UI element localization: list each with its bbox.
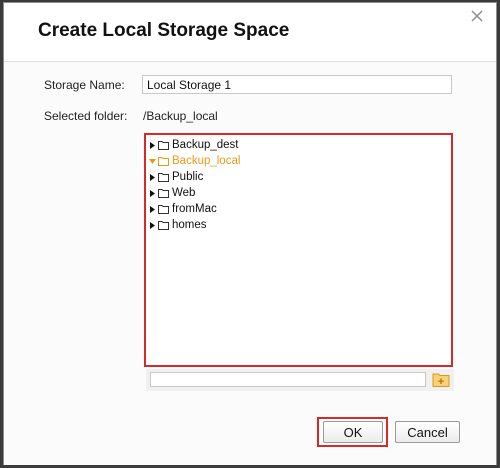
folder-icon: [158, 188, 169, 198]
ok-button[interactable]: OK: [323, 421, 383, 443]
tree-item-label: Backup_dest: [172, 139, 239, 151]
tree-item-frommac[interactable]: fromMac: [149, 202, 217, 216]
expand-arrow-icon[interactable]: [149, 138, 156, 152]
cancel-button[interactable]: Cancel: [395, 421, 460, 443]
tree-item-label: Web: [172, 187, 196, 199]
dialog-body: Storage Name: Selected folder: /Backup_l…: [4, 61, 496, 465]
folder-open-icon: [158, 156, 169, 166]
close-icon[interactable]: [470, 9, 484, 23]
tree-item-web[interactable]: Web: [149, 186, 195, 200]
expand-arrow-icon[interactable]: [149, 186, 156, 200]
tree-item-label: homes: [172, 219, 207, 231]
create-storage-dialog: Create Local Storage Space Storage Name:…: [3, 2, 497, 465]
tree-item-public[interactable]: Public: [149, 170, 203, 184]
tree-item-homes[interactable]: homes: [149, 218, 207, 232]
new-folder-icon[interactable]: [432, 371, 450, 388]
dialog-header: Create Local Storage Space: [4, 3, 496, 61]
selected-folder-value: /Backup_local: [143, 109, 218, 123]
tree-item-label: Backup_local: [172, 155, 241, 167]
dialog-title: Create Local Storage Space: [38, 20, 290, 41]
storage-name-label: Storage Name:: [44, 78, 125, 92]
folder-icon: [158, 172, 169, 182]
expanded-arrow-icon[interactable]: [149, 154, 156, 168]
storage-name-input[interactable]: [142, 75, 452, 94]
new-folder-bar: [146, 369, 454, 391]
selected-folder-label: Selected folder:: [44, 109, 128, 123]
tree-item-label: fromMac: [172, 203, 217, 215]
folder-icon: [158, 220, 169, 230]
tree-item-backup-local[interactable]: Backup_local: [149, 154, 240, 168]
tree-item-backup-dest[interactable]: Backup_dest: [149, 138, 239, 152]
folder-icon: [158, 140, 169, 150]
folder-icon: [158, 204, 169, 214]
tree-item-label: Public: [172, 171, 204, 183]
folder-tree[interactable]: Backup_dest Backup_local Public Web from: [144, 133, 453, 367]
expand-arrow-icon[interactable]: [149, 170, 156, 184]
new-folder-name-input[interactable]: [150, 372, 426, 387]
expand-arrow-icon[interactable]: [149, 218, 156, 232]
expand-arrow-icon[interactable]: [149, 202, 156, 216]
